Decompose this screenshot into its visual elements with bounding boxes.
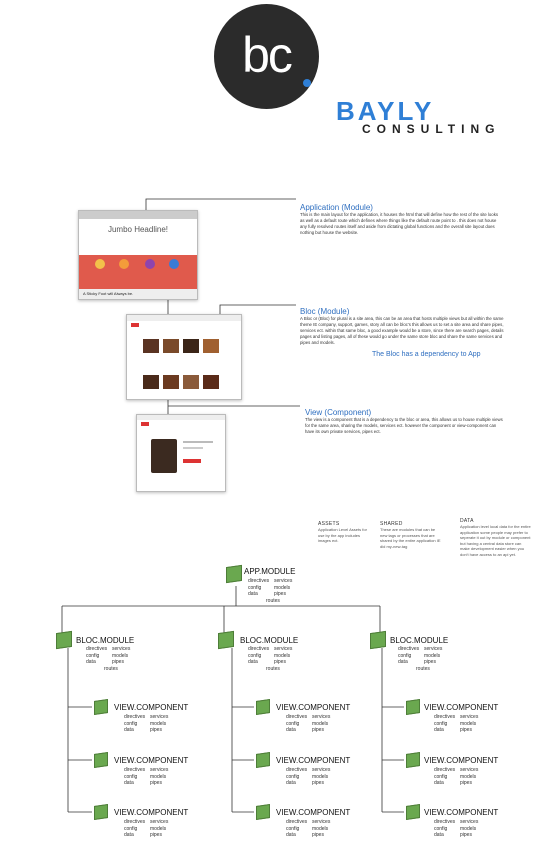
view-component-title: VIEW.COMPONENT	[276, 703, 351, 712]
view-component-title: VIEW.COMPONENT	[114, 808, 189, 817]
logo-text: bc	[242, 27, 293, 83]
view-component-title: VIEW.COMPONENT	[424, 756, 499, 765]
section-view: View (Component) The view is a component…	[305, 408, 505, 435]
component-cube-icon	[406, 804, 420, 820]
legend-text: Application Level Assets for use by the …	[318, 527, 367, 543]
bloc-module-items: directives services config models data pipe…	[398, 646, 443, 672]
brand-subtitle: CONSULTING	[362, 122, 501, 136]
module-cube-icon	[226, 564, 242, 584]
view-component-items: directives services config models data pipe…	[286, 714, 331, 733]
component-cube-icon	[256, 804, 270, 820]
view-component-items: directives services config models data pipe…	[434, 819, 479, 838]
view-component-items: directives services config models data pipe…	[124, 767, 169, 786]
view-component-title: VIEW.COMPONENT	[424, 808, 499, 817]
dependency-note: The Bloc has a dependency to App	[372, 351, 481, 358]
section-bloc: Bloc (Module) A Bloc or (Bloc) for plura…	[300, 307, 510, 346]
section-title: View (Component)	[305, 408, 372, 417]
bloc-module-items: directives services config models data pipe…	[248, 646, 293, 672]
module-cube-icon	[56, 630, 72, 650]
app-module-items: directives services config models data pipe…	[248, 578, 293, 604]
view-component-title: VIEW.COMPONENT	[276, 756, 351, 765]
legend-text: These are modules that can be new tags o…	[380, 527, 441, 549]
legend-assets: ASSETS Application Level Assets for use …	[318, 521, 370, 544]
component-cube-icon	[94, 752, 108, 768]
section-title: Bloc (Module)	[300, 307, 350, 316]
section-body: A Bloc or (Bloc) for plural is a site ar…	[300, 316, 504, 345]
component-cube-icon	[406, 699, 420, 715]
view-component-items: directives services config models data pipe…	[434, 714, 479, 733]
component-cube-icon	[406, 752, 420, 768]
view-component-items: directives services config models data pipe…	[124, 714, 169, 733]
section-body: This is the main layout for the applicat…	[300, 212, 498, 235]
component-cube-icon	[256, 752, 270, 768]
view-component-items: directives services config models data pipe…	[124, 819, 169, 838]
jumbo-headline: Jumbo Headline!	[107, 225, 169, 234]
section-title: Application (Module)	[300, 203, 373, 212]
feature-icon	[119, 259, 129, 269]
app-layout-screenshot: Jumbo Headline! A Sticky Foot will Alway…	[78, 210, 198, 300]
bloc-module-title: BLOC.MODULE	[240, 636, 299, 645]
module-cube-icon	[218, 630, 234, 650]
app-module-title: APP.MODULE	[244, 567, 296, 576]
component-cube-icon	[94, 804, 108, 820]
sticky-footer: A Sticky Foot will Always be.	[79, 289, 197, 299]
view-component-title: VIEW.COMPONENT	[114, 703, 189, 712]
view-component-title: VIEW.COMPONENT	[424, 703, 499, 712]
view-component-items: directives services config models data pipe…	[434, 767, 479, 786]
view-component-title: VIEW.COMPONENT	[276, 808, 351, 817]
view-component-items: directives services config models data pipe…	[286, 767, 331, 786]
feature-icon	[95, 259, 105, 269]
legend-data: DATA Application level local data for th…	[460, 518, 532, 557]
logo-dot	[303, 79, 311, 87]
bloc-module-items: directives services config models data pipe…	[86, 646, 131, 672]
section-application: Application (Module) This is the main la…	[300, 203, 500, 236]
view-component-items: directives services config models data pipe…	[286, 819, 331, 838]
view-component-title: VIEW.COMPONENT	[114, 756, 189, 765]
bloc-module-title: BLOC.MODULE	[390, 636, 449, 645]
section-body: The view is a component that is a depend…	[305, 417, 503, 434]
bloc-store-screenshot	[126, 314, 242, 400]
component-cube-icon	[94, 699, 108, 715]
legend-text: Application level local data for the ent…	[460, 524, 531, 557]
bloc-module-title: BLOC.MODULE	[76, 636, 135, 645]
feature-icon	[169, 259, 179, 269]
feature-icon	[145, 259, 155, 269]
legend-shared: SHARED These are modules that can be new…	[380, 521, 442, 549]
component-cube-icon	[256, 699, 270, 715]
view-detail-screenshot	[136, 414, 226, 492]
module-cube-icon	[370, 630, 386, 650]
